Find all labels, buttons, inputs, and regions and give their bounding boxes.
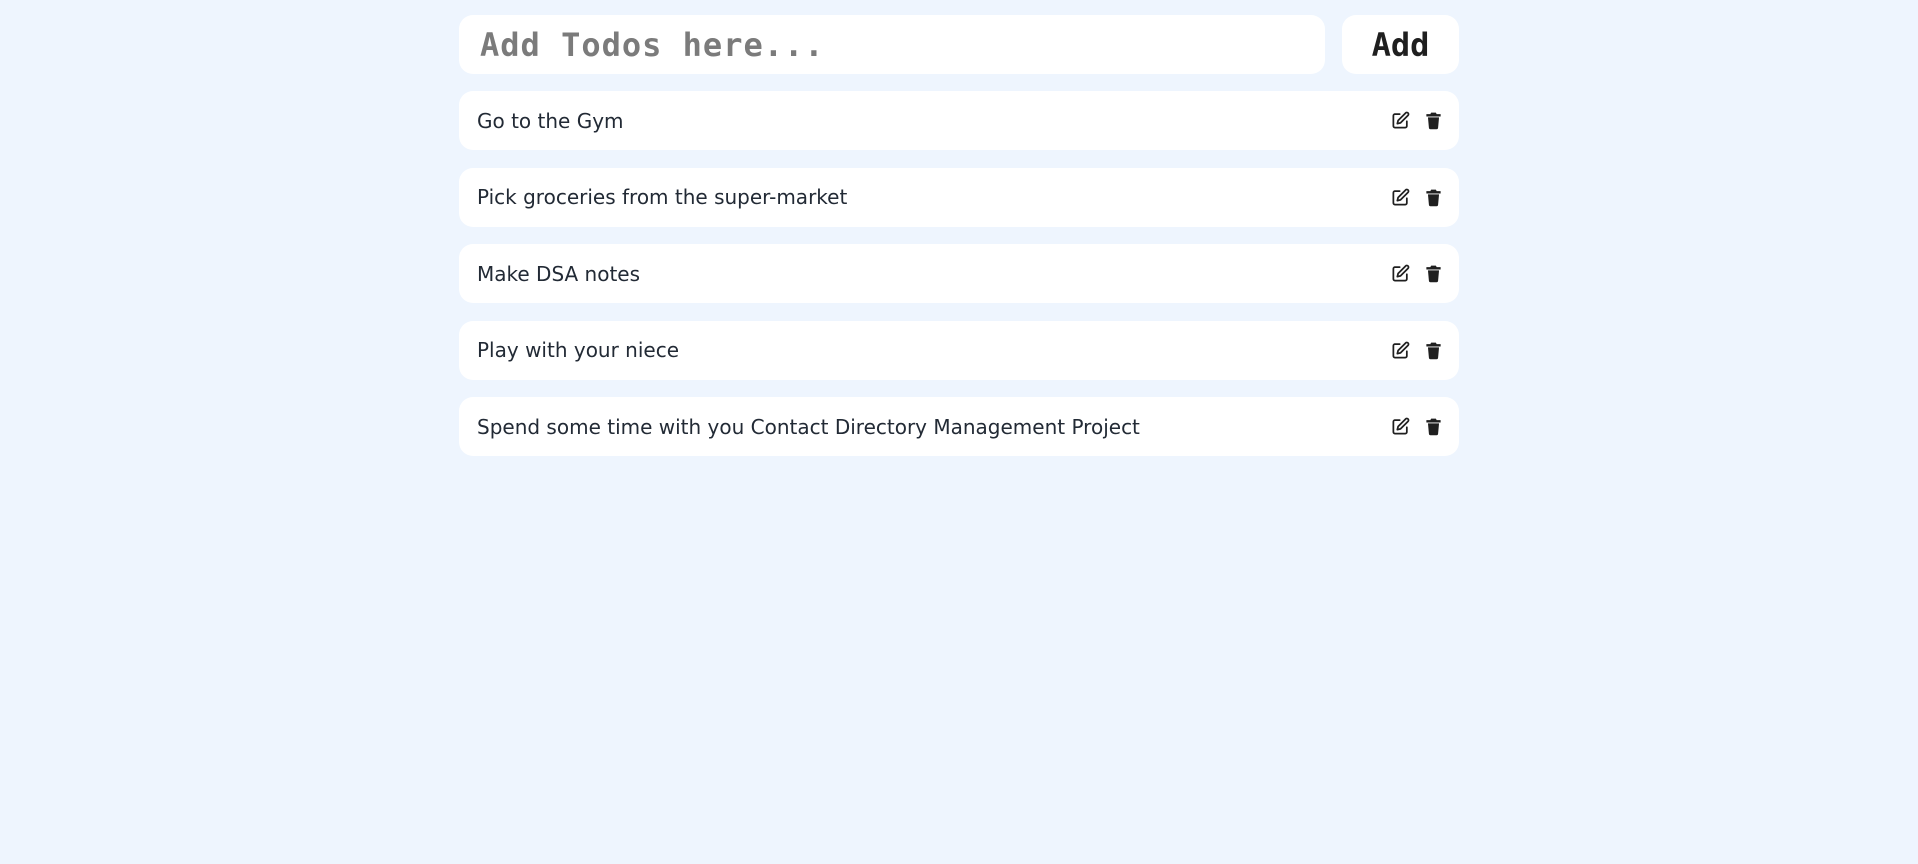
todo-input[interactable] (459, 15, 1325, 74)
todo-actions (1391, 341, 1443, 360)
todo-list: Go to the Gym Pick groceries from the su… (459, 91, 1459, 456)
todo-actions (1391, 188, 1443, 207)
todo-actions (1391, 111, 1443, 130)
todo-actions (1391, 417, 1443, 436)
edit-icon[interactable] (1391, 111, 1410, 130)
todo-item: Make DSA notes (459, 244, 1459, 303)
edit-icon[interactable] (1391, 341, 1410, 360)
edit-icon[interactable] (1391, 417, 1410, 436)
edit-icon[interactable] (1391, 264, 1410, 283)
trash-icon[interactable] (1424, 188, 1443, 207)
todo-text: Go to the Gym (477, 108, 624, 133)
todo-text: Pick groceries from the super-market (477, 185, 848, 209)
todo-item: Go to the Gym (459, 91, 1459, 150)
todo-text: Make DSA notes (477, 261, 641, 286)
todo-app: Add Go to the Gym Pick groceries from th… (459, 15, 1459, 474)
todo-text: Spend some time with you Contact Directo… (477, 414, 1140, 439)
todo-text: Play with your niece (477, 338, 680, 362)
todo-item: Play with your niece (459, 320, 1459, 380)
edit-icon[interactable] (1391, 188, 1410, 207)
trash-icon[interactable] (1424, 417, 1443, 436)
add-button[interactable]: Add (1342, 15, 1459, 74)
trash-icon[interactable] (1424, 264, 1443, 283)
todo-item: Spend some time with you Contact Directo… (459, 397, 1459, 456)
add-todo-form: Add (459, 15, 1459, 74)
todo-item: Pick groceries from the super-market (459, 167, 1459, 227)
todo-actions (1391, 264, 1443, 283)
trash-icon[interactable] (1424, 341, 1443, 360)
trash-icon[interactable] (1424, 111, 1443, 130)
